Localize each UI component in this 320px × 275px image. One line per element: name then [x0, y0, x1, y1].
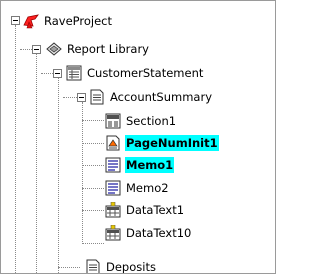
collapse-toggle-customer-statement[interactable] [53, 69, 62, 78]
tree-connector [58, 267, 80, 268]
tree-node-label: PageNumInit1 [125, 135, 219, 151]
memo-icon [105, 157, 121, 173]
page-num-init-icon [105, 135, 121, 151]
tree-node-section1[interactable]: Section1 [105, 111, 177, 131]
tree-node-memo1[interactable]: Memo1 [105, 155, 175, 175]
tree-node-label: CustomerStatement [87, 66, 204, 80]
tree-connector [82, 102, 83, 244]
memo-icon [105, 180, 121, 196]
library-icon [46, 41, 62, 57]
tree-node-account-summary[interactable]: AccountSummary [89, 87, 213, 107]
tree-node-label: Deposits [106, 260, 156, 274]
tree-node-page-num-init1[interactable]: PageNumInit1 [105, 133, 219, 153]
tree-connector [58, 78, 59, 273]
tree-node-memo2[interactable]: Memo2 [105, 178, 170, 198]
report-icon [66, 65, 82, 81]
tree-node-label: Section1 [126, 114, 177, 128]
tree-connector [82, 165, 104, 166]
collapse-toggle-root[interactable] [11, 16, 20, 25]
tree-connector [82, 143, 104, 144]
tree-connector [41, 73, 53, 74]
tree-connector [36, 54, 37, 273]
tree-node-label: Memo1 [125, 157, 175, 173]
collapse-toggle-report-library[interactable] [32, 45, 41, 54]
tree-node-label: DataText1 [126, 203, 185, 217]
tree-node-deposits[interactable]: Deposits [85, 257, 157, 274]
data-text-icon [105, 224, 121, 241]
tree-connector [82, 243, 104, 244]
section-icon [105, 113, 121, 129]
page-icon [85, 259, 101, 273]
tree-node-rave-project[interactable]: RaveProject [23, 11, 113, 31]
tree-connector [20, 49, 32, 50]
tree-node-data-text10[interactable]: DataText10 [105, 223, 192, 243]
tree-connector [63, 97, 77, 98]
collapse-toggle-account-summary[interactable] [77, 93, 86, 102]
tree-node-data-text1[interactable]: DataText1 [105, 200, 185, 220]
tree-connector [15, 25, 16, 273]
tree-connector [82, 120, 104, 121]
project-tree: RaveProject Report Library CustomerState… [0, 0, 276, 274]
tree-connector [82, 210, 104, 211]
tree-node-label: Report Library [67, 42, 149, 56]
data-text-icon [105, 201, 121, 218]
tree-connector [82, 188, 104, 189]
tree-node-label: RaveProject [44, 14, 113, 28]
tree-node-label: Memo2 [126, 181, 169, 195]
tree-node-label: DataText10 [126, 226, 192, 240]
tree-node-customer-statement[interactable]: CustomerStatement [66, 63, 204, 83]
page-icon [89, 89, 105, 105]
tree-node-label: AccountSummary [110, 90, 213, 104]
rave-project-icon [23, 13, 39, 29]
tree-node-report-library[interactable]: Report Library [46, 39, 150, 59]
